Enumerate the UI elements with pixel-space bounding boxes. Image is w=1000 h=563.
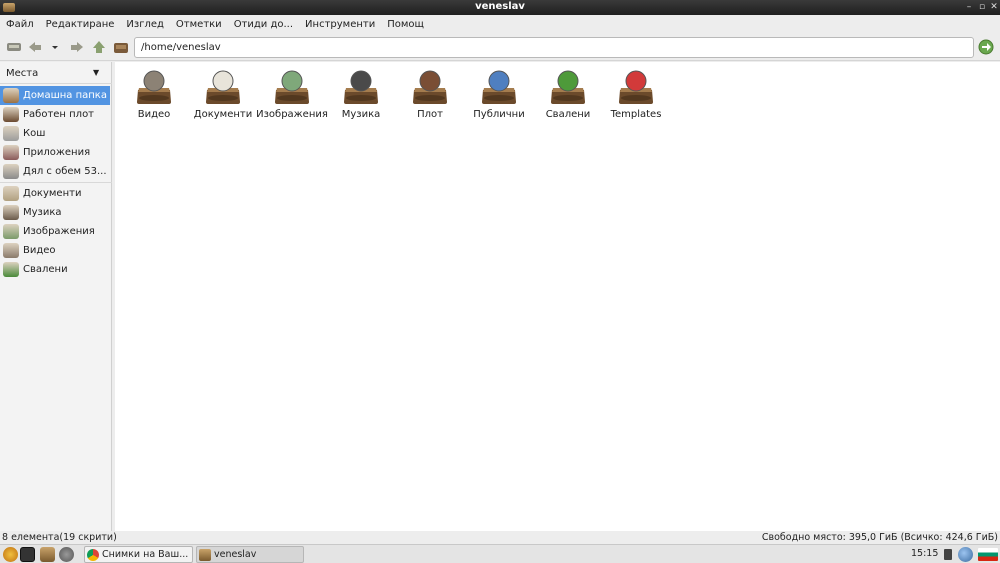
- sidebar-item[interactable]: Музика: [0, 203, 110, 222]
- location-bar[interactable]: /home/veneslav: [134, 37, 974, 58]
- forward-icon[interactable]: [69, 40, 85, 54]
- task-label: veneslav: [214, 549, 257, 560]
- computer-icon[interactable]: [6, 40, 22, 54]
- menu-go[interactable]: Отиди до...: [230, 19, 297, 30]
- file-view: Видео Документи Изображения Музика Плот Публи…: [115, 62, 1000, 531]
- network-icon[interactable]: [958, 547, 973, 562]
- menu-view[interactable]: Изглед: [122, 19, 168, 30]
- applications-icon: [3, 145, 19, 160]
- terminal-icon[interactable]: [20, 547, 35, 562]
- documents-icon: [3, 186, 19, 201]
- chrome-icon: [87, 548, 99, 561]
- free-space: Свободно място: 395,0 ГиБ (Всичко: 424,6…: [761, 532, 998, 543]
- file-name: Музика: [341, 109, 381, 120]
- menu-file[interactable]: Файл: [2, 19, 38, 30]
- sidebar-item-label: Работен плот: [23, 109, 95, 120]
- sidebar-item[interactable]: Свалени: [0, 260, 110, 279]
- sidebar-item[interactable]: Домашна папка: [0, 86, 110, 105]
- file-name: Видео: [137, 109, 171, 120]
- file-item[interactable]: Публични: [463, 68, 535, 120]
- file-name: Изображения: [256, 109, 328, 120]
- file-name: Публични: [473, 109, 525, 120]
- sidebar-item[interactable]: Приложения: [0, 143, 110, 162]
- window-title: veneslav: [475, 1, 525, 12]
- menu-help[interactable]: Помощ: [383, 19, 428, 30]
- sidebar-item[interactable]: Дял с обем 53...: [0, 162, 110, 181]
- sidebar-item[interactable]: Документи: [0, 184, 110, 203]
- home-folder-icon: [3, 88, 19, 103]
- file-manager-icon[interactable]: [40, 547, 55, 562]
- file-item[interactable]: Изображения: [256, 68, 328, 120]
- drive-icon: [3, 164, 19, 179]
- sidebar-item-label: Домашна папка: [23, 90, 107, 101]
- sidebar-item-label: Кош: [23, 128, 46, 139]
- public-folder-icon: [479, 68, 519, 106]
- menu-icon[interactable]: [3, 547, 18, 562]
- sidebar-item-label: Свалени: [23, 264, 68, 275]
- file-name: Свалени: [545, 109, 591, 120]
- pictures-icon: [3, 224, 19, 239]
- file-name: Templates: [610, 109, 662, 120]
- task-file-manager[interactable]: veneslav: [196, 546, 304, 563]
- menu-bookmarks[interactable]: Отметки: [172, 19, 226, 30]
- sidebar-item-label: Изображения: [23, 226, 95, 237]
- status-bar: 8 елемента(19 скрити) Свободно място: 39…: [0, 531, 1000, 544]
- desktop-folder-icon: [410, 68, 450, 106]
- bulgarian-flag-icon[interactable]: [978, 548, 998, 561]
- videos-icon: [3, 243, 19, 258]
- dropdown-icon[interactable]: [50, 40, 60, 54]
- templates-folder-icon: [616, 68, 656, 106]
- sidebar-item-label: Музика: [23, 207, 62, 218]
- menu-bar: Файл Редактиране Изглед Отметки Отиди до…: [0, 15, 1000, 34]
- up-icon[interactable]: [91, 40, 107, 54]
- back-icon[interactable]: [27, 40, 43, 54]
- task-chrome[interactable]: Снимки на Ваш...: [84, 546, 193, 563]
- folder-icon: [199, 548, 211, 561]
- video-folder-icon: [134, 68, 174, 106]
- taskbar: Снимки на Ваш... veneslav 15:15: [0, 544, 1000, 563]
- title-bar: veneslav – ▫ ✕: [0, 0, 1000, 15]
- sidebar-item[interactable]: Видео: [0, 241, 110, 260]
- documents-folder-icon: [203, 68, 243, 106]
- menu-edit[interactable]: Редактиране: [42, 19, 119, 30]
- menu-tools[interactable]: Инструменти: [301, 19, 379, 30]
- sidebar-header[interactable]: Места ▼: [0, 62, 112, 84]
- clock[interactable]: 15:15: [911, 548, 938, 559]
- music-icon: [3, 205, 19, 220]
- sidebar-item[interactable]: Работен плот: [0, 105, 110, 124]
- file-name: Документи: [193, 109, 253, 120]
- minimize-button[interactable]: –: [963, 1, 975, 13]
- sidebar-item-label: Дял с обем 53...: [23, 166, 107, 177]
- pictures-folder-icon: [272, 68, 312, 106]
- sidebar-item[interactable]: Кош: [0, 124, 110, 143]
- sidebar-title: Места: [6, 68, 39, 79]
- downloads-icon: [3, 262, 19, 277]
- music-folder-icon: [341, 68, 381, 106]
- battery-icon[interactable]: [944, 549, 952, 560]
- file-item[interactable]: Templates: [600, 68, 672, 120]
- sidebar: Места ▼ Домашна папка Работен плот Кош Прил…: [0, 62, 112, 531]
- sidebar-divider: [0, 182, 112, 183]
- file-item[interactable]: Плот: [394, 68, 466, 120]
- home-icon[interactable]: [113, 40, 129, 54]
- file-name: Плот: [417, 109, 443, 120]
- sidebar-item-label: Документи: [23, 188, 82, 199]
- sidebar-item[interactable]: Изображения: [0, 222, 110, 241]
- settings-icon[interactable]: [59, 547, 74, 562]
- maximize-button[interactable]: ▫: [976, 1, 988, 13]
- downloads-folder-icon: [548, 68, 588, 106]
- sidebar-item-label: Приложения: [23, 147, 91, 158]
- desktop-icon: [3, 107, 19, 122]
- close-button[interactable]: ✕: [988, 1, 1000, 13]
- file-item[interactable]: Свалени: [532, 68, 604, 120]
- go-icon[interactable]: [978, 39, 994, 55]
- sidebar-item-label: Видео: [23, 245, 56, 256]
- trash-icon: [3, 126, 19, 141]
- file-item[interactable]: Документи: [187, 68, 259, 120]
- file-item[interactable]: Видео: [118, 68, 190, 120]
- chevron-down-icon[interactable]: ▼: [93, 68, 99, 77]
- item-count: 8 елемента(19 скрити): [2, 532, 117, 543]
- file-item[interactable]: Музика: [325, 68, 397, 120]
- task-label: Снимки на Ваш...: [102, 549, 189, 560]
